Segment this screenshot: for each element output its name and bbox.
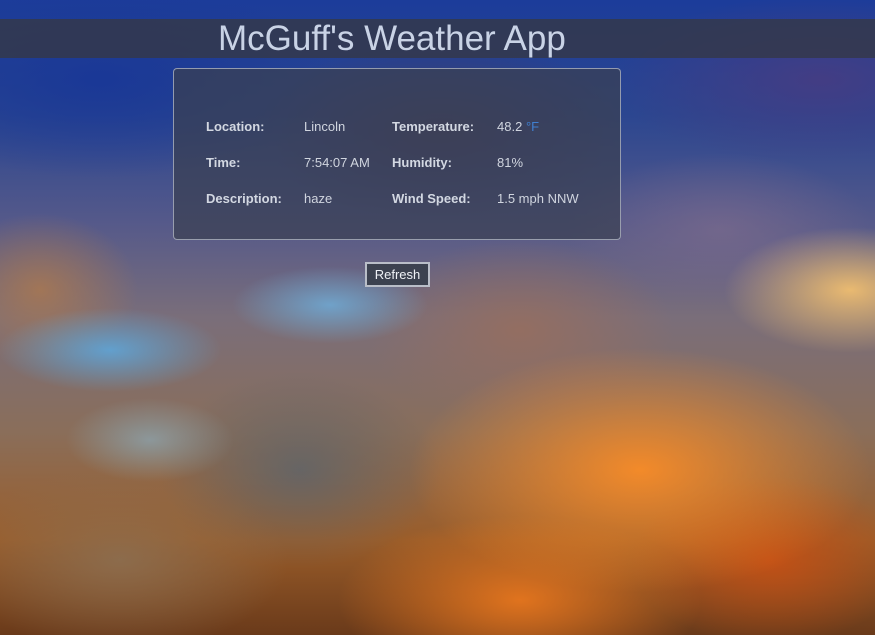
refresh-button[interactable]: Refresh <box>365 262 430 287</box>
description-label: Description: <box>206 191 282 206</box>
app-title: McGuff's Weather App <box>218 19 566 58</box>
wind-speed-value: 1.5 mph NNW <box>497 191 579 206</box>
wind-speed-label: Wind Speed: <box>392 191 471 206</box>
location-value: Lincoln <box>304 119 346 134</box>
humidity-value: 81% <box>497 155 524 170</box>
time-value: 7:54:07 AM <box>304 155 370 170</box>
temperature-unit: °F <box>525 119 540 134</box>
time-label: Time: <box>206 155 241 170</box>
description-value: haze <box>304 191 333 206</box>
temperature-label: Temperature: <box>392 119 475 134</box>
location-label: Location: <box>206 119 265 134</box>
temperature-value: 48.2 <box>497 119 523 134</box>
humidity-label: Humidity: <box>392 155 452 170</box>
weather-card: Location: Lincoln Time: 7:54:07 AM Descr… <box>173 68 621 240</box>
temperature-reading: 48.2 °F <box>497 119 539 135</box>
